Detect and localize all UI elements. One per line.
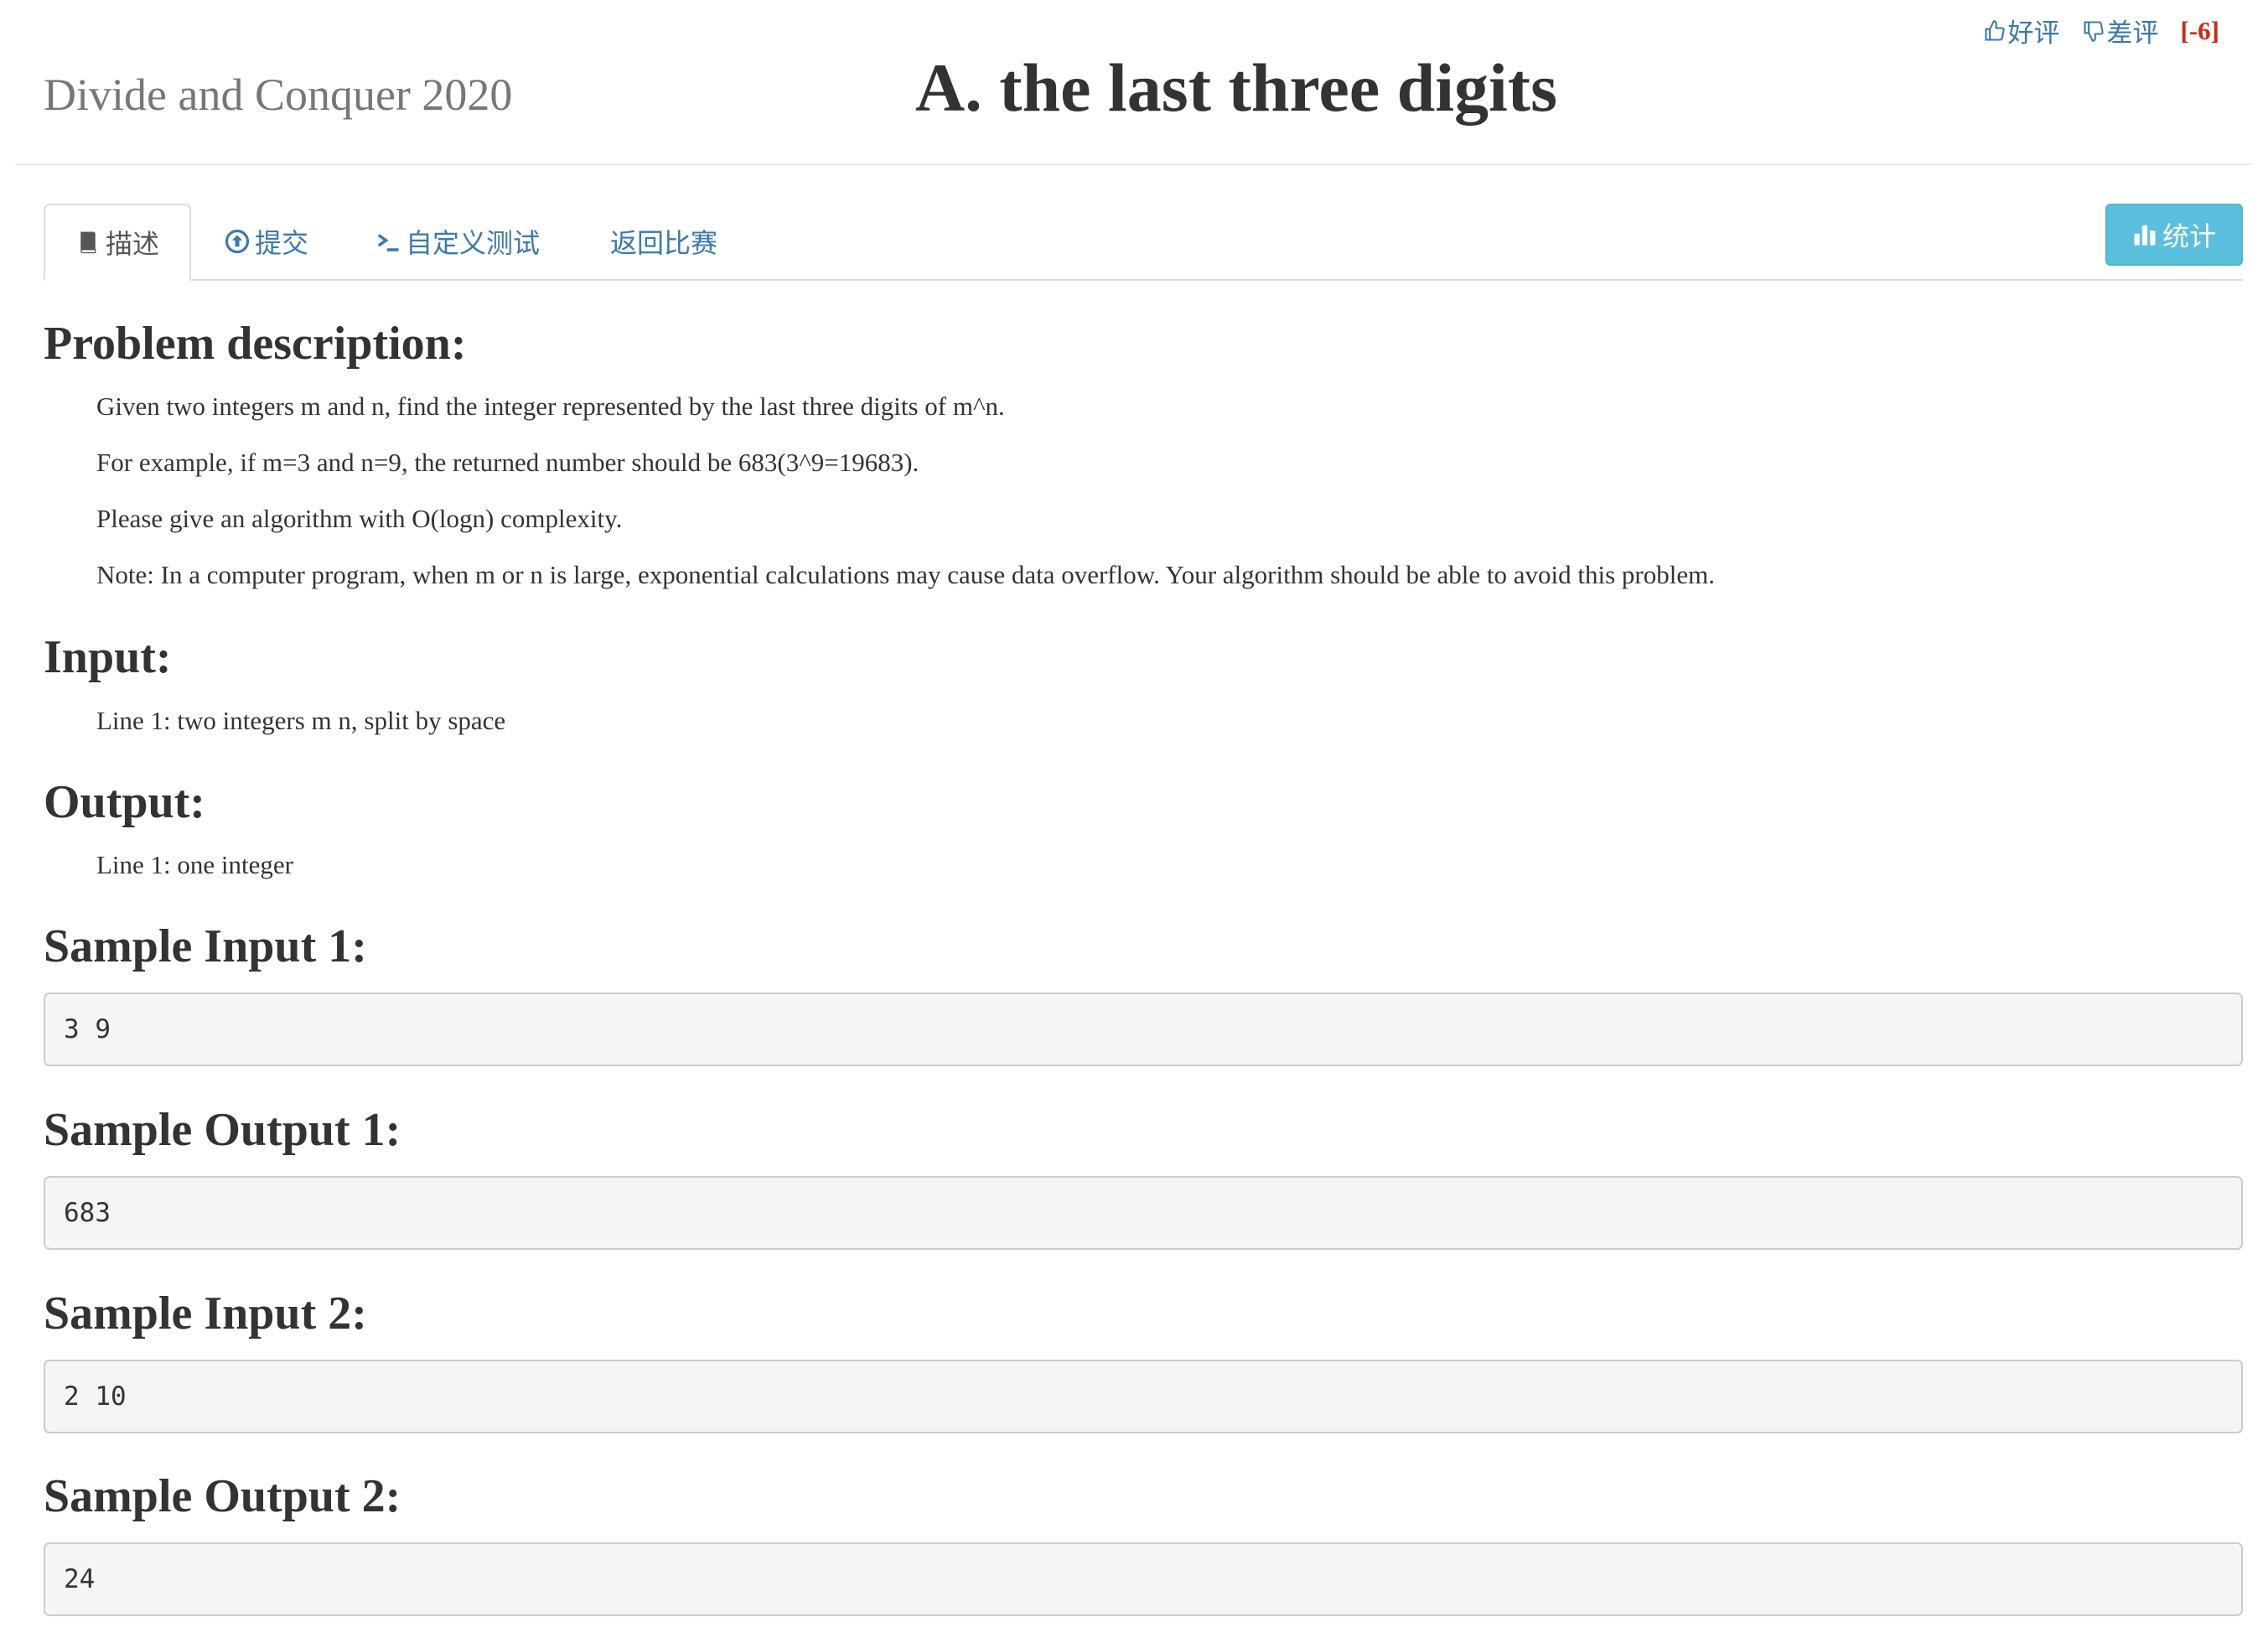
sample-output-2-heading: Sample Output 2: bbox=[44, 1470, 401, 1522]
rating-score: [-6] bbox=[2180, 15, 2219, 45]
problem-tabs: 描述 提交 自定义测试 返回比赛 bbox=[44, 204, 2243, 281]
sample-output-2-box[interactable]: 24 bbox=[44, 1542, 2243, 1616]
tab-back-to-contest[interactable]: 返回比赛 bbox=[610, 204, 717, 279]
sample-input-1-box[interactable]: 3 9 bbox=[44, 992, 2243, 1066]
description-paragraph: Please give an algorithm with O(logn) co… bbox=[96, 504, 623, 533]
thumbs-up-icon bbox=[1984, 19, 2005, 41]
sample-input-1-heading: Sample Input 1: bbox=[44, 920, 367, 972]
book-icon bbox=[80, 231, 96, 254]
problem-title: A. the last three digits bbox=[914, 49, 1558, 126]
tab-custom-test-label: 自定义测试 bbox=[406, 228, 541, 258]
sample-input-2-box[interactable]: 2 10 bbox=[44, 1360, 2243, 1433]
input-heading: Input: bbox=[44, 631, 172, 683]
bar-chart-icon bbox=[2134, 225, 2156, 246]
tab-description[interactable]: 描述 bbox=[44, 204, 191, 281]
upload-circle-icon bbox=[225, 229, 250, 254]
statistics-button[interactable]: 统计 bbox=[2105, 204, 2243, 266]
sample-input-2-heading: Sample Input 2: bbox=[44, 1288, 367, 1340]
problem-description-heading: Problem description: bbox=[44, 318, 467, 370]
tab-description-label: 描述 bbox=[105, 229, 159, 259]
header-divider bbox=[15, 163, 2253, 165]
tab-submit-label: 提交 bbox=[255, 228, 309, 258]
statistics-button-label: 统计 bbox=[2162, 221, 2216, 251]
dislike-link[interactable]: 差评 bbox=[2082, 12, 2159, 49]
output-description: Line 1: one integer bbox=[96, 850, 293, 879]
tab-submit[interactable]: 提交 bbox=[225, 204, 308, 279]
input-description: Line 1: two integers m n, split by space bbox=[96, 706, 506, 735]
thumbs-down-icon bbox=[2083, 20, 2104, 42]
output-heading: Output: bbox=[44, 776, 205, 828]
sample-output-1-box[interactable]: 683 bbox=[44, 1176, 2243, 1250]
like-link[interactable]: 好评 bbox=[1983, 12, 2060, 49]
description-paragraph: For example, if m=3 and n=9, the returne… bbox=[96, 448, 919, 477]
description-paragraph: Note: In a computer program, when m or n… bbox=[96, 560, 1715, 589]
rating-bar: 好评 差评 [-6] bbox=[1983, 12, 2219, 49]
tab-back-to-contest-label: 返回比赛 bbox=[610, 228, 718, 258]
description-paragraph: Given two integers m and n, find the int… bbox=[96, 391, 1005, 421]
tab-custom-test[interactable]: 自定义测试 bbox=[375, 204, 540, 279]
terminal-icon bbox=[377, 234, 399, 251]
like-label: 好评 bbox=[2007, 18, 2060, 48]
sample-output-1-heading: Sample Output 1: bbox=[44, 1104, 401, 1156]
dislike-label: 差评 bbox=[2106, 18, 2159, 48]
